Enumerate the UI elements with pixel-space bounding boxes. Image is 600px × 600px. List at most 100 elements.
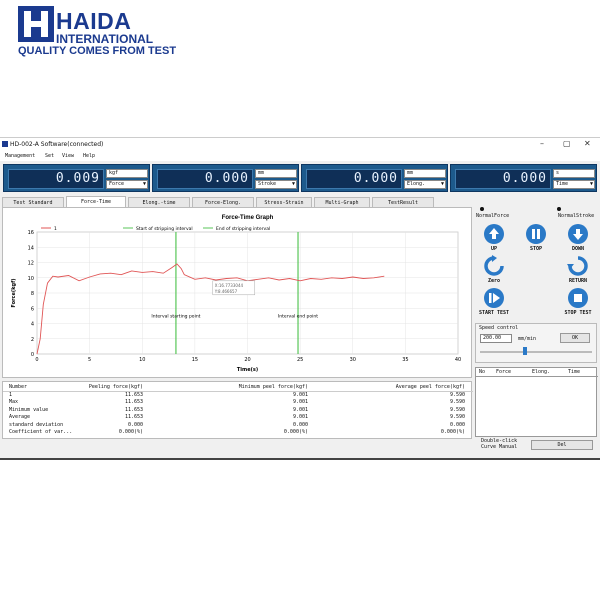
elong-channel-select[interactable]: Elong. ▼ bbox=[404, 180, 446, 189]
pause-icon[interactable] bbox=[525, 223, 547, 245]
control-panel: NormalForce NormalStroke UP STOP DOWN Ze… bbox=[475, 204, 598, 454]
results-cell: Max bbox=[9, 399, 19, 405]
start-test-icon[interactable] bbox=[483, 287, 505, 309]
point-table[interactable]: No Force Elong. Time bbox=[475, 367, 598, 437]
close-button[interactable]: ✕ bbox=[584, 139, 591, 148]
tab-stress-strain[interactable]: Stress-Strain bbox=[256, 197, 312, 207]
time-channel-value: Time bbox=[556, 181, 569, 187]
stop-test-icon[interactable] bbox=[567, 287, 589, 309]
tooltip-y: Y:8.466657 bbox=[214, 289, 238, 294]
mode-label-force: NormalForce bbox=[476, 213, 510, 219]
brand-tagline: QUALITY COMES FROM TEST bbox=[18, 45, 177, 57]
mode-radio-stroke[interactable] bbox=[557, 207, 561, 211]
interval-end-annotation: Interval end point bbox=[278, 313, 318, 319]
tab-test-result[interactable]: TestResult bbox=[372, 197, 434, 207]
menu-help[interactable]: Help bbox=[83, 153, 95, 159]
stroke-unit-select[interactable]: mm bbox=[255, 169, 297, 178]
results-cell: 0.000(%) bbox=[440, 429, 465, 435]
up-arrow-icon[interactable] bbox=[483, 223, 505, 245]
results-cell: Minimum value bbox=[9, 406, 49, 413]
chevron-down-icon: ▼ bbox=[589, 181, 593, 187]
results-cell: 9.001 bbox=[292, 406, 308, 413]
return-icon[interactable] bbox=[567, 255, 589, 277]
app-icon bbox=[2, 141, 8, 147]
point-col-elong: Elong. bbox=[532, 369, 551, 375]
force-meter: 0.009 kgf Force ▼ bbox=[3, 164, 150, 192]
x-tick-label: 10 bbox=[139, 357, 145, 363]
y-tick-label: 16 bbox=[28, 230, 34, 236]
results-cell: 9.590 bbox=[449, 406, 465, 413]
chevron-down-icon: ▼ bbox=[291, 181, 295, 187]
title-bar: HD-002-A Software(connected) – ▢ ✕ bbox=[0, 138, 600, 151]
elong-meter: 0.000 mm Elong. ▼ bbox=[301, 164, 448, 192]
speed-slider-thumb[interactable] bbox=[523, 347, 527, 355]
tab-elong-time[interactable]: Elong.-time bbox=[128, 197, 190, 207]
point-col-no: No bbox=[479, 369, 486, 375]
tab-test-standard[interactable]: Test Standard bbox=[2, 197, 64, 207]
results-cell: 0.000 bbox=[449, 421, 465, 428]
interval-start-annotation: Interval starting point bbox=[151, 313, 200, 319]
force-channel-select[interactable]: Force ▼ bbox=[106, 180, 148, 189]
stroke-meter: 0.000 mm Stroke ▼ bbox=[152, 164, 299, 192]
x-tick-label: 20 bbox=[244, 357, 250, 363]
brand-name: HAIDA bbox=[56, 8, 132, 34]
zero-button-label[interactable]: Zero bbox=[476, 278, 512, 284]
time-channel-select[interactable]: Time ▼ bbox=[553, 180, 595, 189]
speed-control-label: Speed control bbox=[479, 325, 519, 331]
return-button-label[interactable]: RETURN bbox=[560, 278, 596, 284]
tab-force-elong[interactable]: Force-Elong. bbox=[192, 197, 254, 207]
results-cell: 0.000 bbox=[127, 421, 143, 428]
results-header-row: Number Peeling force(kgf) Minimum peel for… bbox=[3, 384, 473, 391]
x-tick-label: 25 bbox=[297, 357, 303, 363]
delete-button[interactable]: Del bbox=[531, 440, 593, 450]
menu-management[interactable]: Management bbox=[5, 153, 35, 159]
time-readout: 0.000 bbox=[455, 169, 551, 189]
up-button-label[interactable]: UP bbox=[476, 246, 512, 252]
y-axis-label: Force(kgf) bbox=[11, 278, 17, 307]
mode-label-stroke: NormalStroke bbox=[558, 213, 595, 219]
speed-input[interactable]: 200.00 bbox=[480, 334, 512, 343]
results-cell: 0.000(%) bbox=[283, 429, 308, 435]
start-test-button-label[interactable]: START TEST bbox=[476, 310, 512, 316]
minimize-button[interactable]: – bbox=[540, 139, 544, 148]
down-button-label[interactable]: DOWN bbox=[560, 246, 596, 252]
results-row: Max 11.653 9.001 9.590 bbox=[3, 399, 473, 406]
speed-ok-button[interactable]: OK bbox=[560, 333, 590, 343]
results-row: Minimum value 11.653 9.001 9.590 bbox=[3, 407, 473, 414]
elong-channel-value: Elong. bbox=[407, 181, 426, 187]
y-tick-label: 14 bbox=[28, 245, 34, 251]
stroke-channel-select[interactable]: Stroke ▼ bbox=[255, 180, 297, 189]
tab-multi-graph[interactable]: Multi-Graph bbox=[314, 197, 370, 207]
force-unit-select[interactable]: kgf bbox=[106, 169, 148, 178]
results-cell: 9.001 bbox=[292, 391, 308, 398]
menu-bar: Management Set View Help bbox=[0, 151, 600, 161]
down-arrow-icon[interactable] bbox=[567, 223, 589, 245]
menu-set[interactable]: Set bbox=[45, 153, 54, 159]
stop-test-button-label[interactable]: STOP TEST bbox=[560, 310, 596, 316]
time-unit-select[interactable]: s bbox=[553, 169, 595, 178]
brand-logo: HAIDA INTERNATIONAL QUALITY COMES FROM T… bbox=[18, 6, 178, 57]
elong-unit-select[interactable]: mm bbox=[404, 169, 446, 178]
results-cell: 9.001 bbox=[292, 399, 308, 405]
results-cell: standard deviation bbox=[9, 421, 64, 428]
menu-view[interactable]: View bbox=[62, 153, 74, 159]
refresh-icon[interactable] bbox=[483, 255, 505, 277]
results-row: standard deviation 0.000 0.000 0.000 bbox=[3, 422, 473, 429]
stop-button-label[interactable]: STOP bbox=[518, 246, 554, 252]
results-cell: 11.653 bbox=[124, 406, 143, 413]
results-cell: 11.653 bbox=[124, 414, 143, 420]
stroke-channel-value: Stroke bbox=[258, 181, 277, 187]
elong-readout: 0.000 bbox=[306, 169, 402, 189]
time-meter: 0.000 s Time ▼ bbox=[450, 164, 597, 192]
x-tick-label: 15 bbox=[192, 357, 198, 363]
y-tick-label: 0 bbox=[31, 352, 34, 358]
results-cell: 0.000 bbox=[292, 421, 308, 428]
results-table: Number Peeling force(kgf) Minimum peel for… bbox=[2, 381, 473, 439]
x-tick-label: 5 bbox=[88, 357, 91, 363]
tab-force-time[interactable]: Force-Time bbox=[66, 196, 126, 207]
mode-radio-force[interactable] bbox=[480, 207, 484, 211]
speed-slider[interactable] bbox=[480, 351, 592, 353]
maximize-button[interactable]: ▢ bbox=[563, 139, 571, 148]
y-tick-label: 4 bbox=[31, 322, 34, 328]
force-time-chart[interactable]: Force-Time Graph 0 5 10 15 20 25 30 35 40 0 2 4 6 8 10 1… bbox=[3, 208, 473, 379]
